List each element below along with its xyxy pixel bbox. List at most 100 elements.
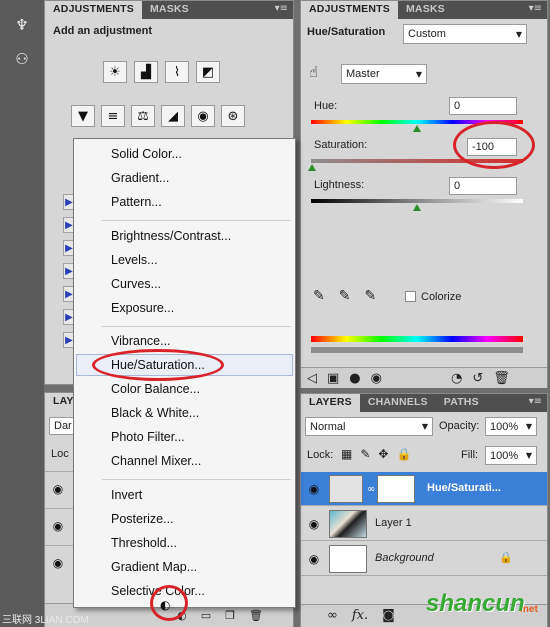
- brightness-icon[interactable]: ☀: [103, 61, 127, 83]
- adjustments-panel-right: ADJUSTMENTS MASKS ▾≡ Hue/Saturation Cust…: [300, 0, 548, 388]
- vibrance-icon[interactable]: ▼: [71, 105, 95, 127]
- view-previous-icon[interactable]: ◔: [451, 371, 462, 386]
- layer-row[interactable]: ◉: [45, 508, 75, 542]
- menu-item-invert[interactable]: Invert: [111, 488, 142, 502]
- tab-adjustments[interactable]: ADJUSTMENTS: [45, 1, 142, 19]
- layer-row-hue-saturation[interactable]: ◉ ∞ Hue/Saturati...: [301, 472, 547, 506]
- channel-mixer-icon[interactable]: ⊛: [221, 105, 245, 127]
- lock-label: Lock:: [307, 449, 334, 461]
- lightness-label: Lightness:: [314, 179, 365, 191]
- eyedropper-icon[interactable]: ✎: [313, 288, 325, 304]
- exposure-icon[interactable]: ◩: [196, 61, 220, 83]
- new-layer-icon[interactable]: ❐: [225, 609, 235, 622]
- eye-icon[interactable]: ◉: [49, 481, 67, 497]
- layer-name[interactable]: Hue/Saturati...: [427, 482, 501, 494]
- chevron-down-icon: ▼: [415, 69, 422, 79]
- panel-menu-icon[interactable]: ▾≡: [275, 1, 293, 19]
- menu-item-threshold[interactable]: Threshold...: [111, 536, 177, 550]
- layer-row-layer-1[interactable]: ◉ Layer 1: [301, 507, 547, 541]
- hue-slider-knob[interactable]: [413, 125, 421, 132]
- curves-icon[interactable]: ⌇: [165, 61, 189, 83]
- range-dropdown[interactable]: Master ▼: [341, 64, 427, 84]
- expand-view-icon[interactable]: ▣: [327, 371, 339, 386]
- lightness-input[interactable]: 0: [449, 177, 517, 195]
- new-adjustment-layer-icon[interactable]: ◐: [160, 598, 170, 612]
- menu-item-color-balance[interactable]: Color Balance...: [111, 382, 200, 396]
- menu-separator: [102, 479, 291, 480]
- layer-row[interactable]: ◉: [45, 545, 75, 579]
- mask-thumbnail: [377, 475, 415, 503]
- eye-icon[interactable]: ◉: [305, 481, 323, 497]
- layer-name[interactable]: Layer 1: [375, 517, 412, 529]
- lock-pixels-icon[interactable]: ✎: [360, 447, 370, 461]
- levels-icon[interactable]: ▟: [134, 61, 158, 83]
- tab-masks[interactable]: MASKS: [142, 1, 197, 19]
- menu-item-channel-mixer[interactable]: Channel Mixer...: [111, 454, 201, 468]
- tab-adjustments[interactable]: ADJUSTMENTS: [301, 1, 398, 19]
- add-mask-icon[interactable]: ◙: [382, 608, 395, 623]
- photo-filter-icon[interactable]: ◉: [191, 105, 215, 127]
- menu-item-exposure[interactable]: Exposure...: [111, 301, 174, 315]
- preset-dropdown[interactable]: Custom ▼: [403, 24, 527, 44]
- menu-item-brightness-contrast[interactable]: Brightness/Contrast...: [111, 229, 231, 243]
- trash-icon[interactable]: 🗑: [493, 371, 510, 386]
- back-arrow-icon[interactable]: ◁: [307, 371, 317, 386]
- menu-item-levels[interactable]: Levels...: [111, 253, 158, 267]
- eye-icon[interactable]: ◉: [305, 516, 323, 532]
- tab-channels[interactable]: CHANNELS: [360, 394, 436, 412]
- opacity-value: 100%: [490, 420, 519, 433]
- layer-name[interactable]: Background: [375, 552, 434, 564]
- color-balance-icon[interactable]: ⚖: [131, 105, 155, 127]
- layer-row[interactable]: ◉: [45, 471, 75, 505]
- clip-layer-icon[interactable]: ●: [349, 371, 360, 386]
- adjustment-row-1: ☀ ▟ ⌇ ◩: [103, 61, 220, 83]
- blend-mode-dropdown[interactable]: Normal ▼: [305, 417, 433, 436]
- reset-icon[interactable]: ↺: [472, 371, 483, 386]
- eye-icon[interactable]: ◉: [49, 518, 67, 534]
- output-color-bar: [311, 347, 523, 353]
- link-icon[interactable]: ∞: [367, 484, 375, 495]
- menu-item-gradient-map[interactable]: Gradient Map...: [111, 560, 197, 574]
- tab-paths[interactable]: PATHS: [436, 394, 487, 412]
- eye-icon[interactable]: ◉: [305, 551, 323, 567]
- tab-layers[interactable]: LAYERS: [301, 394, 360, 412]
- targeted-adjust-hand-icon[interactable]: ☝: [309, 63, 318, 81]
- layer-thumbnail: [329, 510, 367, 538]
- menu-item-vibrance[interactable]: Vibrance...: [111, 334, 171, 348]
- eyedropper-plus-icon[interactable]: ✎: [339, 288, 351, 304]
- hue-saturation-icon[interactable]: ≡: [101, 105, 125, 127]
- panel-menu-icon[interactable]: ▾≡: [529, 394, 547, 412]
- colorize-checkbox[interactable]: [405, 291, 416, 302]
- panel-menu-icon[interactable]: ▾≡: [529, 1, 547, 19]
- lock-position-icon[interactable]: ✥: [378, 447, 388, 461]
- menu-item-gradient[interactable]: Gradient...: [111, 171, 169, 185]
- eyedropper-minus-icon[interactable]: ✎: [364, 288, 376, 304]
- folder-icon[interactable]: ▭: [201, 609, 211, 622]
- menu-item-curves[interactable]: Curves...: [111, 277, 161, 291]
- fx-icon[interactable]: fx.: [352, 608, 368, 623]
- tab-masks[interactable]: MASKS: [398, 1, 453, 19]
- link-layers-icon[interactable]: ∞: [327, 608, 338, 623]
- adjustments-tool-icon[interactable]: ♆: [10, 14, 34, 36]
- fill-field[interactable]: 100% ▼: [485, 446, 537, 465]
- layer-row-background[interactable]: ◉ Background 🔒: [301, 542, 547, 576]
- opacity-label: Opacity:: [439, 420, 480, 432]
- menu-item-posterize[interactable]: Posterize...: [111, 512, 174, 526]
- visibility-icon[interactable]: ◉: [371, 371, 382, 386]
- saturation-slider-knob[interactable]: [308, 164, 316, 171]
- lightness-slider-track[interactable]: [311, 199, 523, 203]
- hue-input[interactable]: 0: [449, 97, 517, 115]
- lightness-slider-knob[interactable]: [413, 204, 421, 211]
- trash-icon[interactable]: 🗑: [249, 609, 263, 622]
- menu-item-black-white[interactable]: Black & White...: [111, 406, 199, 420]
- stamp-tool-icon[interactable]: ⚇: [10, 48, 34, 70]
- opacity-field[interactable]: 100% ▼: [485, 417, 537, 436]
- chevron-down-icon: ▼: [525, 422, 532, 431]
- black-white-icon[interactable]: ◢: [161, 105, 185, 127]
- eye-icon[interactable]: ◉: [49, 555, 67, 571]
- menu-item-photo-filter[interactable]: Photo Filter...: [111, 430, 185, 444]
- menu-item-solid-color[interactable]: Solid Color...: [111, 147, 182, 161]
- lock-all-icon[interactable]: 🔒: [396, 447, 411, 461]
- menu-item-pattern[interactable]: Pattern...: [111, 195, 162, 209]
- lock-transparency-icon[interactable]: ▦: [341, 447, 352, 461]
